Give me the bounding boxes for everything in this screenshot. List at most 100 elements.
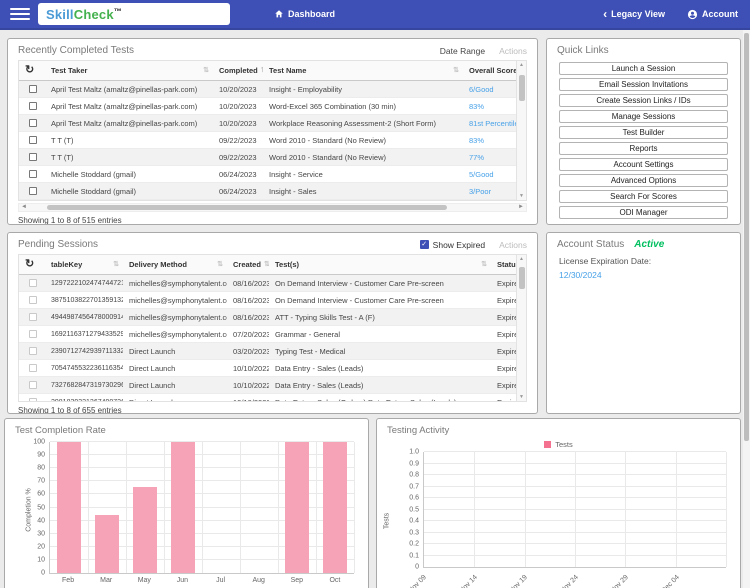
actions-button[interactable]: Actions bbox=[499, 240, 527, 250]
account-button[interactable]: Account bbox=[687, 9, 738, 20]
table-cell: Michelle Stoddard (gmail) bbox=[45, 166, 213, 182]
scrollbar-thumb[interactable] bbox=[519, 267, 525, 289]
show-expired-toggle[interactable]: ✓ Show Expired bbox=[420, 240, 485, 250]
scrollbar-thumb[interactable] bbox=[744, 33, 749, 441]
score-link[interactable]: 83% bbox=[469, 102, 484, 111]
scroll-down-icon[interactable]: ▼ bbox=[517, 192, 526, 200]
sort-icon[interactable]: ⇅ bbox=[217, 255, 223, 274]
table-row: 4944987456478000914michelles@symphonytal… bbox=[19, 309, 516, 326]
column-header[interactable]: Test(s)⇅ bbox=[269, 255, 491, 274]
quick-link-button[interactable]: Email Session Invitations bbox=[559, 78, 728, 91]
column-header[interactable]: Status⇅ bbox=[491, 255, 516, 274]
row-checkbox[interactable] bbox=[29, 170, 37, 178]
row-checkbox[interactable] bbox=[29, 313, 37, 321]
row-checkbox[interactable] bbox=[29, 153, 37, 161]
table-cell: 5/Good bbox=[463, 166, 516, 182]
table-cell: Expired bbox=[491, 309, 516, 325]
sort-icon[interactable]: ⇅ bbox=[453, 61, 459, 80]
hamburger-menu-icon[interactable] bbox=[10, 8, 30, 20]
quick-link-button[interactable]: Test Builder bbox=[559, 126, 728, 139]
score-link[interactable]: 5/Good bbox=[469, 170, 494, 179]
actions-button[interactable]: Actions bbox=[499, 46, 527, 56]
refresh-icon: ↻ bbox=[25, 255, 34, 274]
scroll-up-icon[interactable]: ▲ bbox=[517, 61, 526, 69]
legacy-view-button[interactable]: ‹ Legacy View bbox=[603, 9, 665, 19]
score-link[interactable]: 77% bbox=[469, 153, 484, 162]
table-cell: michelles@symphonytalent.com bbox=[123, 326, 227, 342]
recent-tests-footer: Showing 1 to 8 of 515 entries bbox=[8, 212, 537, 225]
quick-link-button[interactable]: Search For Scores bbox=[559, 190, 728, 203]
refresh-button[interactable]: ↻ bbox=[19, 255, 45, 274]
column-header[interactable]: Delivery Method⇅ bbox=[123, 255, 227, 274]
score-link[interactable]: 83% bbox=[469, 136, 484, 145]
quick-link-button[interactable]: Account Settings bbox=[559, 158, 728, 171]
row-checkbox[interactable] bbox=[29, 347, 37, 355]
row-checkbox[interactable] bbox=[29, 398, 37, 401]
score-link[interactable]: 3/Poor bbox=[469, 187, 491, 196]
row-checkbox[interactable] bbox=[29, 364, 37, 372]
table-cell: April Test Maltz (amaltz@pinellas-park.c… bbox=[45, 115, 213, 131]
row-checkbox[interactable] bbox=[29, 136, 37, 144]
refresh-button[interactable]: ↻ bbox=[19, 61, 45, 80]
scroll-up-icon[interactable]: ▲ bbox=[517, 255, 526, 263]
pending-sessions-footer: Showing 1 to 8 of 655 entries bbox=[8, 402, 537, 414]
sort-icon[interactable]: ⇅ bbox=[203, 61, 209, 80]
bar bbox=[57, 442, 81, 573]
column-header[interactable]: Overall Score⇅ bbox=[463, 61, 516, 80]
chart-legend-item-tests[interactable]: Tests bbox=[377, 438, 740, 450]
scroll-right-icon[interactable]: ► bbox=[518, 204, 524, 211]
bar bbox=[171, 442, 195, 573]
recent-horizontal-scrollbar[interactable]: ◄ ► bbox=[18, 203, 527, 212]
pending-vertical-scrollbar[interactable]: ▲ ▼ bbox=[516, 255, 526, 401]
table-cell: 10/10/2022 bbox=[227, 377, 269, 393]
sort-icon[interactable]: ⇅ bbox=[113, 255, 119, 274]
column-header[interactable]: tableKey⇅ bbox=[45, 255, 123, 274]
score-link[interactable]: 6/Good bbox=[469, 85, 494, 94]
gridline bbox=[625, 452, 626, 567]
table-cell: Direct Launch bbox=[123, 377, 227, 393]
account-status-badge: Active bbox=[634, 239, 664, 250]
y-tick-label: 20 bbox=[37, 543, 50, 550]
checked-checkbox-icon[interactable]: ✓ bbox=[420, 240, 429, 249]
scroll-left-icon[interactable]: ◄ bbox=[21, 204, 27, 211]
account-status-panel: Account Status Active License Expiration… bbox=[546, 232, 741, 414]
table-row: 1297222102474744721michelles@symphonytal… bbox=[19, 275, 516, 292]
column-header[interactable]: Created⇅ bbox=[227, 255, 269, 274]
quick-link-button[interactable]: Manage Sessions bbox=[559, 110, 728, 123]
x-tick-label: May bbox=[138, 577, 151, 584]
recent-vertical-scrollbar[interactable]: ▲ ▼ bbox=[516, 61, 526, 200]
sort-icon[interactable]: ⇅ bbox=[481, 255, 487, 274]
license-expiration-date[interactable]: 12/30/2024 bbox=[559, 270, 728, 280]
dashboard-label: Dashboard bbox=[288, 9, 335, 19]
row-checkbox[interactable] bbox=[29, 119, 37, 127]
quick-link-button[interactable]: ODI Manager bbox=[559, 206, 728, 219]
date-range-button[interactable]: Date Range bbox=[440, 46, 485, 56]
quick-link-button[interactable]: Create Session Links / IDs bbox=[559, 94, 728, 107]
row-checkbox[interactable] bbox=[29, 187, 37, 195]
row-checkbox[interactable] bbox=[29, 296, 37, 304]
pending-sessions-title: Pending Sessions bbox=[18, 239, 98, 250]
column-header[interactable]: Test Taker⇅ bbox=[45, 61, 213, 80]
table-cell: Grammar - General bbox=[269, 326, 491, 342]
scroll-down-icon[interactable]: ▼ bbox=[517, 393, 526, 401]
table-cell: T T (T) bbox=[45, 132, 213, 148]
table-cell: 07/20/2023 bbox=[227, 326, 269, 342]
quick-link-button[interactable]: Advanced Options bbox=[559, 174, 728, 187]
recent-tests-tbody: April Test Maltz (amaltz@pinellas-park.c… bbox=[19, 81, 516, 200]
row-checkbox[interactable] bbox=[29, 102, 37, 110]
scrollbar-thumb[interactable] bbox=[47, 205, 447, 210]
page-vertical-scrollbar[interactable] bbox=[743, 30, 750, 588]
quick-link-button[interactable]: Reports bbox=[559, 142, 728, 155]
column-header[interactable]: Test Name ⇅ bbox=[263, 61, 463, 80]
dashboard-button[interactable]: Dashboard bbox=[274, 9, 335, 19]
column-header-label: Test Name bbox=[269, 61, 306, 80]
column-header[interactable]: Completed⇅ bbox=[213, 61, 263, 80]
row-checkbox[interactable] bbox=[29, 381, 37, 389]
scrollbar-thumb[interactable] bbox=[519, 75, 525, 101]
row-checkbox[interactable] bbox=[29, 85, 37, 93]
x-tick-label: Feb bbox=[62, 577, 74, 584]
row-checkbox[interactable] bbox=[29, 279, 37, 287]
row-checkbox[interactable] bbox=[29, 330, 37, 338]
quick-link-button[interactable]: Launch a Session bbox=[559, 62, 728, 75]
score-link[interactable]: 81st Percentile/High 51-10 bbox=[469, 119, 516, 128]
